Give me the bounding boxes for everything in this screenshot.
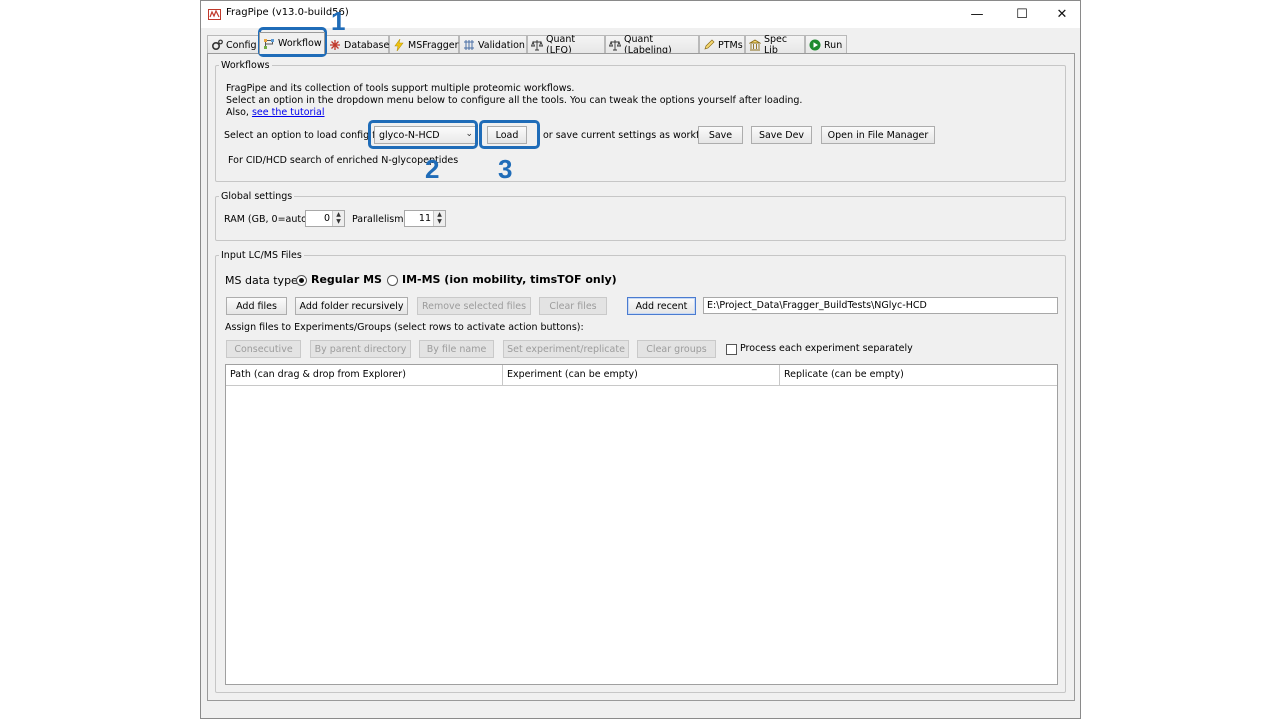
minimize-button[interactable]: — (957, 1, 997, 28)
global-settings-legend: Global settings (221, 191, 293, 202)
lightning-icon (394, 39, 404, 51)
tab-quant-labeling[interactable]: Quant (Labeling) (605, 34, 699, 56)
ms-data-type-label: MS data type (225, 274, 298, 287)
tab-label: Run (824, 39, 843, 51)
ram-spinner[interactable]: 0 ▲ ▼ (305, 210, 345, 227)
ram-value: 0 (323, 213, 330, 224)
column-header-replicate[interactable]: Replicate (can be empty) (780, 365, 1057, 386)
by-parent-directory-button[interactable]: By parent directory (310, 340, 411, 358)
by-file-name-button[interactable]: By file name (419, 340, 494, 358)
tab-database[interactable]: Database (325, 35, 389, 54)
tab-spec-lib[interactable]: Spec Lib (745, 34, 805, 56)
save-settings-text: or save current settings as workflow (543, 130, 716, 141)
im-ms-label: IM-MS (ion mobility, timsTOF only) (402, 273, 617, 286)
tab-label: Validation (478, 39, 525, 51)
parallelism-spinner[interactable]: 11 ▲ ▼ (404, 210, 446, 227)
workflow-icon (264, 38, 274, 49)
tab-label: PTMs (718, 39, 743, 51)
process-separately-label: Process each experiment separately (740, 343, 913, 354)
annotation-number-3: 3 (498, 154, 513, 184)
tab-msfragger[interactable]: MSFragger (389, 35, 459, 54)
play-icon (809, 39, 821, 51)
parallelism-value: 11 (418, 213, 431, 224)
workflows-legend: Workflows (221, 60, 270, 71)
spinner-arrows-icon[interactable]: ▲ ▼ (433, 211, 445, 226)
also-text: Also, (226, 107, 252, 118)
maximize-icon: ☐ (1016, 7, 1028, 22)
load-button[interactable]: Load (487, 126, 527, 144)
consecutive-button[interactable]: Consecutive (226, 340, 301, 358)
close-icon: ✕ (1056, 7, 1068, 22)
clear-groups-button[interactable]: Clear groups (637, 340, 716, 358)
tab-label: Config (226, 39, 257, 51)
remove-selected-files-button[interactable]: Remove selected files (417, 297, 531, 315)
regular-ms-radio[interactable] (296, 275, 307, 286)
recent-path-field[interactable]: E:\Project_Data\Fragger_BuildTests\NGlyc… (703, 297, 1058, 314)
tab-label: MSFragger (408, 39, 459, 51)
spinner-arrows-icon[interactable]: ▲ ▼ (332, 211, 344, 226)
workflows-description-1: FragPipe and its collection of tools sup… (226, 83, 575, 94)
parallelism-label: Parallelism (352, 214, 404, 225)
clear-files-button[interactable]: Clear files (539, 297, 607, 315)
input-files-legend: Input LC/MS Files (221, 250, 302, 261)
workflow-description: For CID/HCD search of enriched N-glycope… (228, 155, 459, 166)
tab-workflow[interactable]: Workflow (259, 32, 325, 54)
pencil-icon (704, 39, 715, 50)
annotation-number-2: 2 (425, 154, 440, 184)
tab-label: Database (344, 39, 390, 51)
im-ms-radio[interactable] (387, 275, 398, 286)
gear-icon (211, 39, 223, 51)
chevron-down-icon: ⌄ (465, 129, 473, 139)
fragpipe-window: FragPipe (v13.0-build56) — ☐ ✕ Config Wo… (200, 0, 1081, 719)
regular-ms-label: Regular MS (311, 273, 382, 286)
scale-icon (609, 40, 621, 51)
annotation-number-1: 1 (331, 6, 346, 36)
save-dev-button[interactable]: Save Dev (751, 126, 812, 144)
tab-ptms[interactable]: PTMs (699, 35, 745, 54)
process-separately-checkbox[interactable] (726, 344, 737, 355)
validation-icon (464, 40, 474, 50)
input-files-table[interactable]: Path (can drag & drop from Explorer) Exp… (225, 364, 1058, 685)
add-recent-button[interactable]: Add recent (627, 297, 696, 315)
ram-label: RAM (GB, 0=auto) (224, 214, 311, 225)
scale-icon (531, 40, 543, 51)
maximize-button[interactable]: ☐ (1002, 1, 1042, 28)
open-in-file-manager-button[interactable]: Open in File Manager (821, 126, 935, 144)
set-experiment-replicate-button[interactable]: Set experiment/replicate (503, 340, 629, 358)
workflows-description-2: Select an option in the dropdown menu be… (226, 95, 803, 106)
workflow-dropdown[interactable]: glyco-N-HCD ⌄ (374, 126, 478, 144)
minimize-icon: — (970, 7, 984, 22)
assign-files-text: Assign files to Experiments/Groups (sele… (225, 322, 584, 333)
column-header-experiment[interactable]: Experiment (can be empty) (503, 365, 780, 386)
tab-validation[interactable]: Validation (459, 35, 527, 54)
save-button[interactable]: Save (698, 126, 743, 144)
tab-run[interactable]: Run (805, 35, 847, 54)
workflow-panel: Workflows FragPipe and its collection of… (207, 53, 1075, 701)
tutorial-link[interactable]: see the tutorial (252, 107, 325, 118)
tab-label: Workflow (278, 38, 322, 49)
load-config-label: Select an option to load config for: (224, 130, 389, 141)
workflow-dropdown-value: glyco-N-HCD (379, 129, 440, 141)
add-folder-button[interactable]: Add folder recursively (295, 297, 408, 315)
add-files-button[interactable]: Add files (226, 297, 287, 315)
database-icon (330, 40, 340, 50)
tab-quant-lfq[interactable]: Quant (LFQ) (527, 34, 605, 56)
tab-config[interactable]: Config (207, 35, 259, 54)
fragpipe-app-icon (208, 9, 221, 20)
close-button[interactable]: ✕ (1042, 1, 1082, 28)
column-header-path[interactable]: Path (can drag & drop from Explorer) (226, 365, 503, 386)
tutorial-line: Also, see the tutorial (226, 107, 325, 118)
library-icon (749, 39, 761, 51)
